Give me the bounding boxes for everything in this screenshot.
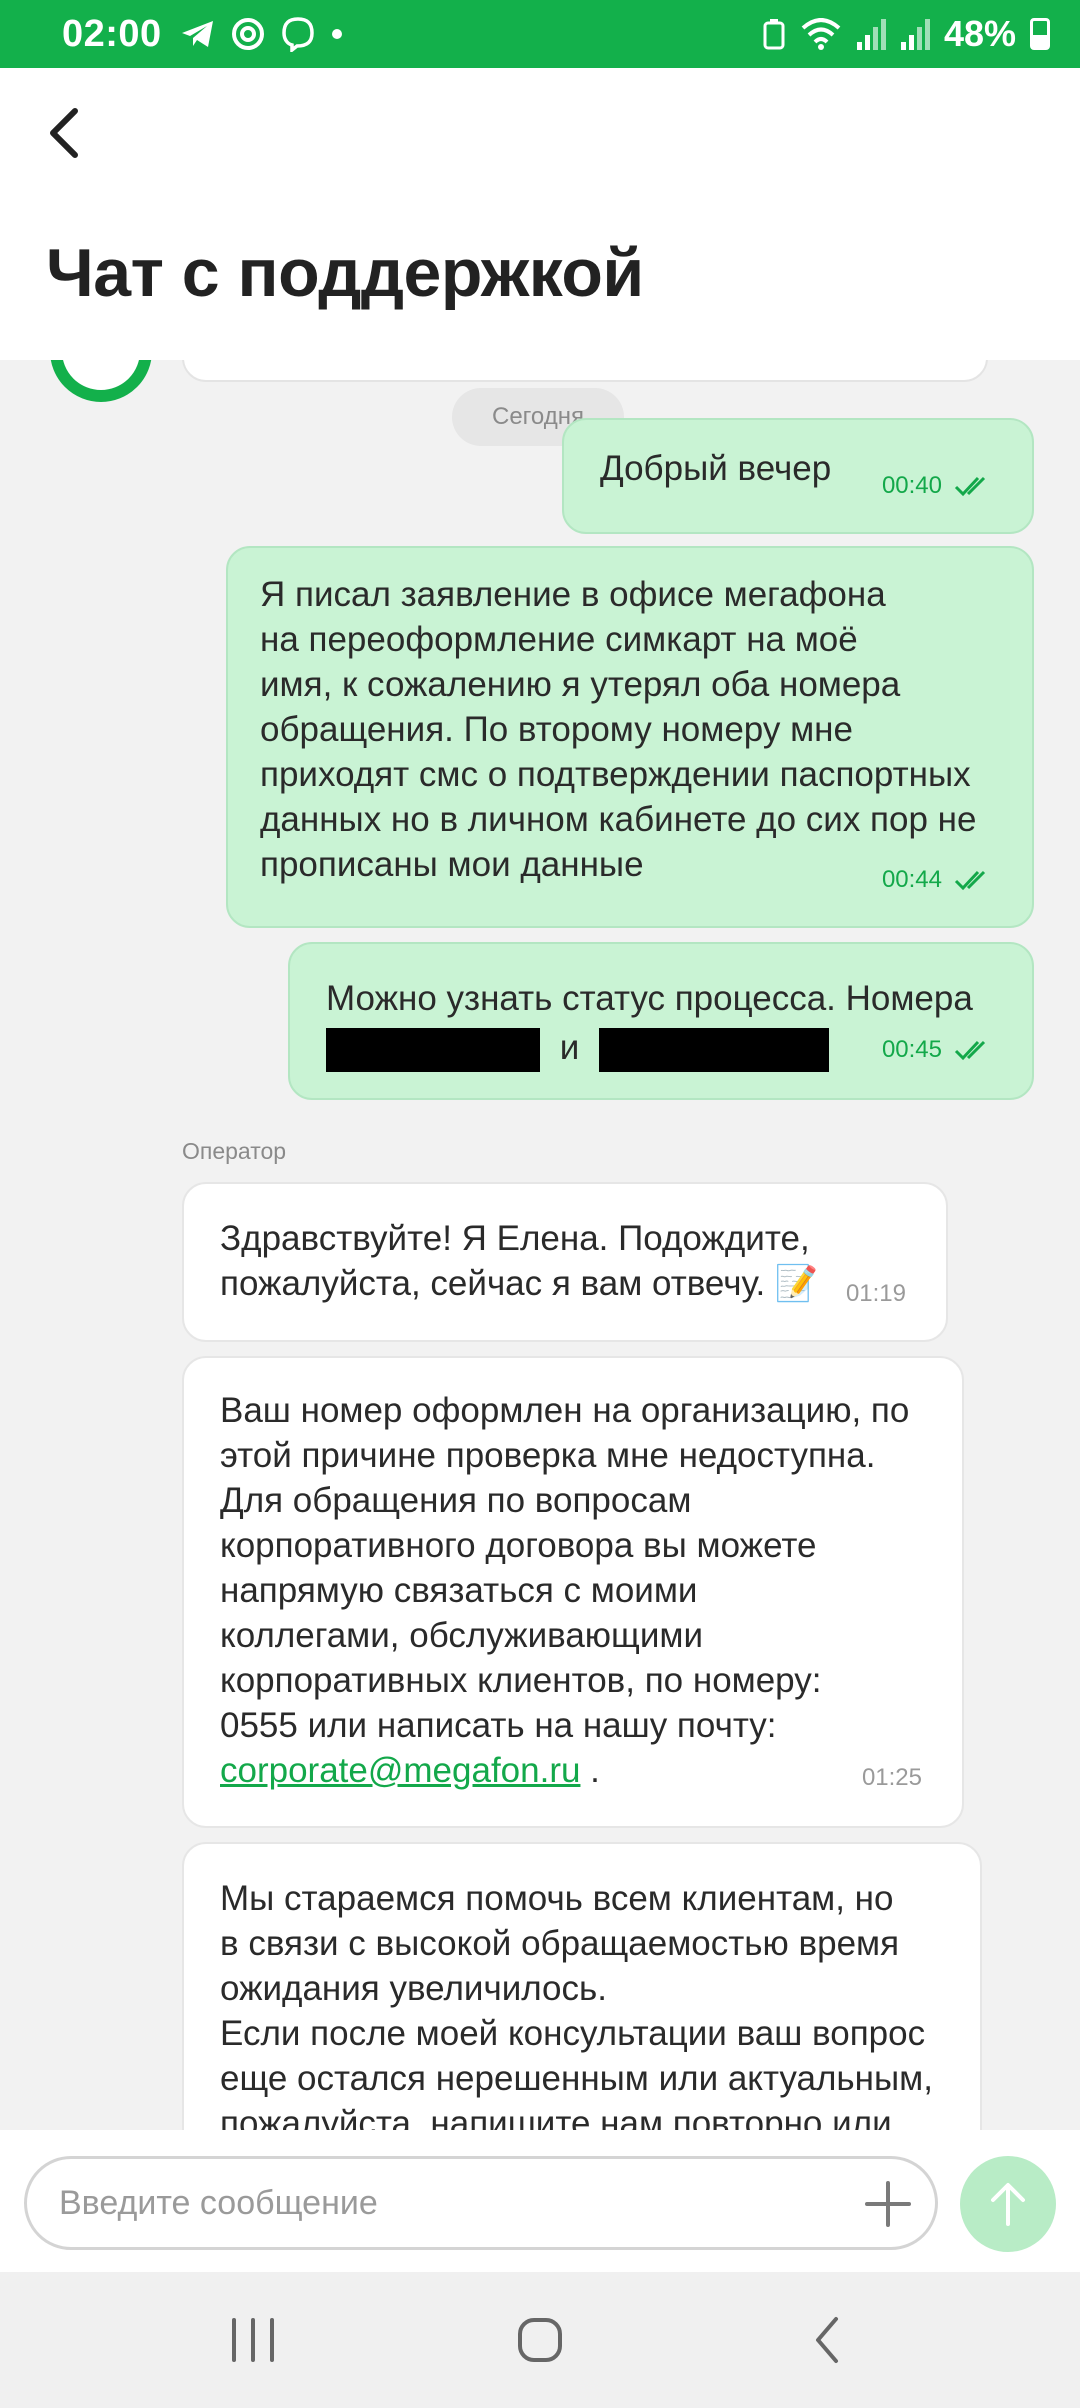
- chat-area[interactable]: Сегодня Добрый вечер 00:40 Я писал заявл…: [0, 360, 1080, 2130]
- system-status: 48%: [762, 13, 1050, 55]
- message-meta: 00:40: [882, 463, 992, 508]
- previous-message-bubble: [182, 360, 988, 382]
- system-nav-bar: [0, 2272, 1080, 2408]
- battery-icon: [1030, 18, 1050, 50]
- message-time: 00:45: [881, 1036, 942, 1063]
- message-meta: 00:45: [882, 1027, 992, 1072]
- message-meta: 01:25: [862, 1755, 922, 1800]
- double-check-icon: [954, 1040, 986, 1060]
- message-time: 00:44: [881, 866, 942, 893]
- message-input[interactable]: Введите сообщение: [24, 2156, 938, 2250]
- message-text: Мы стараемся помочь всем клиентам, но в …: [220, 1879, 933, 2130]
- status-bar: 02:00 48%: [0, 0, 1080, 68]
- notification-icons: [180, 16, 344, 52]
- battery-saver-icon: [763, 19, 785, 50]
- at-icon: [231, 18, 264, 50]
- plus-icon[interactable]: [863, 2179, 913, 2229]
- email-line: corporate@megafon.ru .: [220, 1748, 926, 1793]
- header: Чат с поддержкой: [0, 68, 1080, 360]
- chevron-left-icon: [50, 108, 78, 158]
- email-link[interactable]: corporate@megafon.ru: [220, 1751, 580, 1790]
- recent-apps-button[interactable]: [213, 2300, 293, 2380]
- message-incoming[interactable]: Ваш номер оформлен на организацию, по эт…: [182, 1356, 964, 1828]
- signal-icon: [856, 19, 886, 50]
- status-time: 02:00: [62, 12, 162, 55]
- message-time: 00:40: [881, 472, 942, 499]
- back-button[interactable]: [34, 98, 94, 168]
- message-meta: 00:44: [882, 857, 992, 902]
- double-check-icon: [954, 476, 986, 496]
- recent-apps-icon: [232, 2318, 275, 2362]
- message-text: Можно узнать статус процесса. Номера: [326, 979, 973, 1018]
- message-input-placeholder: Введите сообщение: [59, 2183, 378, 2222]
- message-text: Я писал заявление в офисе мегафона на пе…: [260, 575, 977, 884]
- message-input-bar: Введите сообщение: [0, 2130, 1080, 2272]
- operator-avatar: [50, 360, 152, 402]
- message-incoming[interactable]: Мы стараемся помочь всем клиентам, но в …: [182, 1842, 982, 2130]
- telegram-icon: [181, 21, 213, 47]
- arrow-up-icon: [991, 2183, 1025, 2226]
- back-icon: [815, 2317, 838, 2363]
- email-suffix: .: [580, 1751, 600, 1790]
- message-meta: 01:19: [846, 1271, 906, 1316]
- viber-icon: [281, 17, 314, 52]
- message-time: 01:19: [845, 1280, 906, 1307]
- system-back-button[interactable]: [787, 2300, 867, 2380]
- home-button[interactable]: [500, 2300, 580, 2380]
- message-text: Здравствуйте! Я Елена. Подождите, пожалу…: [220, 1219, 819, 1303]
- conjunction-text: и: [559, 1028, 580, 1067]
- redacted-phone-number: [326, 1027, 540, 1072]
- wifi-icon: [801, 18, 841, 50]
- page-title: Чат с поддержкой: [46, 235, 644, 311]
- message-outgoing[interactable]: Добрый вечер 00:40: [562, 418, 1034, 534]
- home-icon: [517, 2318, 562, 2362]
- redacted-phone-number: [599, 1027, 830, 1072]
- battery-percent: 48%: [943, 13, 1016, 54]
- message-outgoing[interactable]: Можно узнать статус процесса. Номера и 0…: [288, 942, 1034, 1100]
- double-check-icon: [954, 870, 986, 890]
- message-time: 01:25: [861, 1764, 922, 1791]
- message-text: Ваш номер оформлен на организацию, по эт…: [220, 1391, 910, 1745]
- send-button[interactable]: [960, 2156, 1056, 2252]
- message-incoming[interactable]: Здравствуйте! Я Елена. Подождите, пожалу…: [182, 1182, 948, 1342]
- dot-icon: [331, 29, 342, 39]
- message-outgoing[interactable]: Я писал заявление в офисе мегафона на пе…: [226, 546, 1034, 928]
- operator-label: Оператор: [182, 1138, 287, 1164]
- signal-icon: [900, 19, 930, 50]
